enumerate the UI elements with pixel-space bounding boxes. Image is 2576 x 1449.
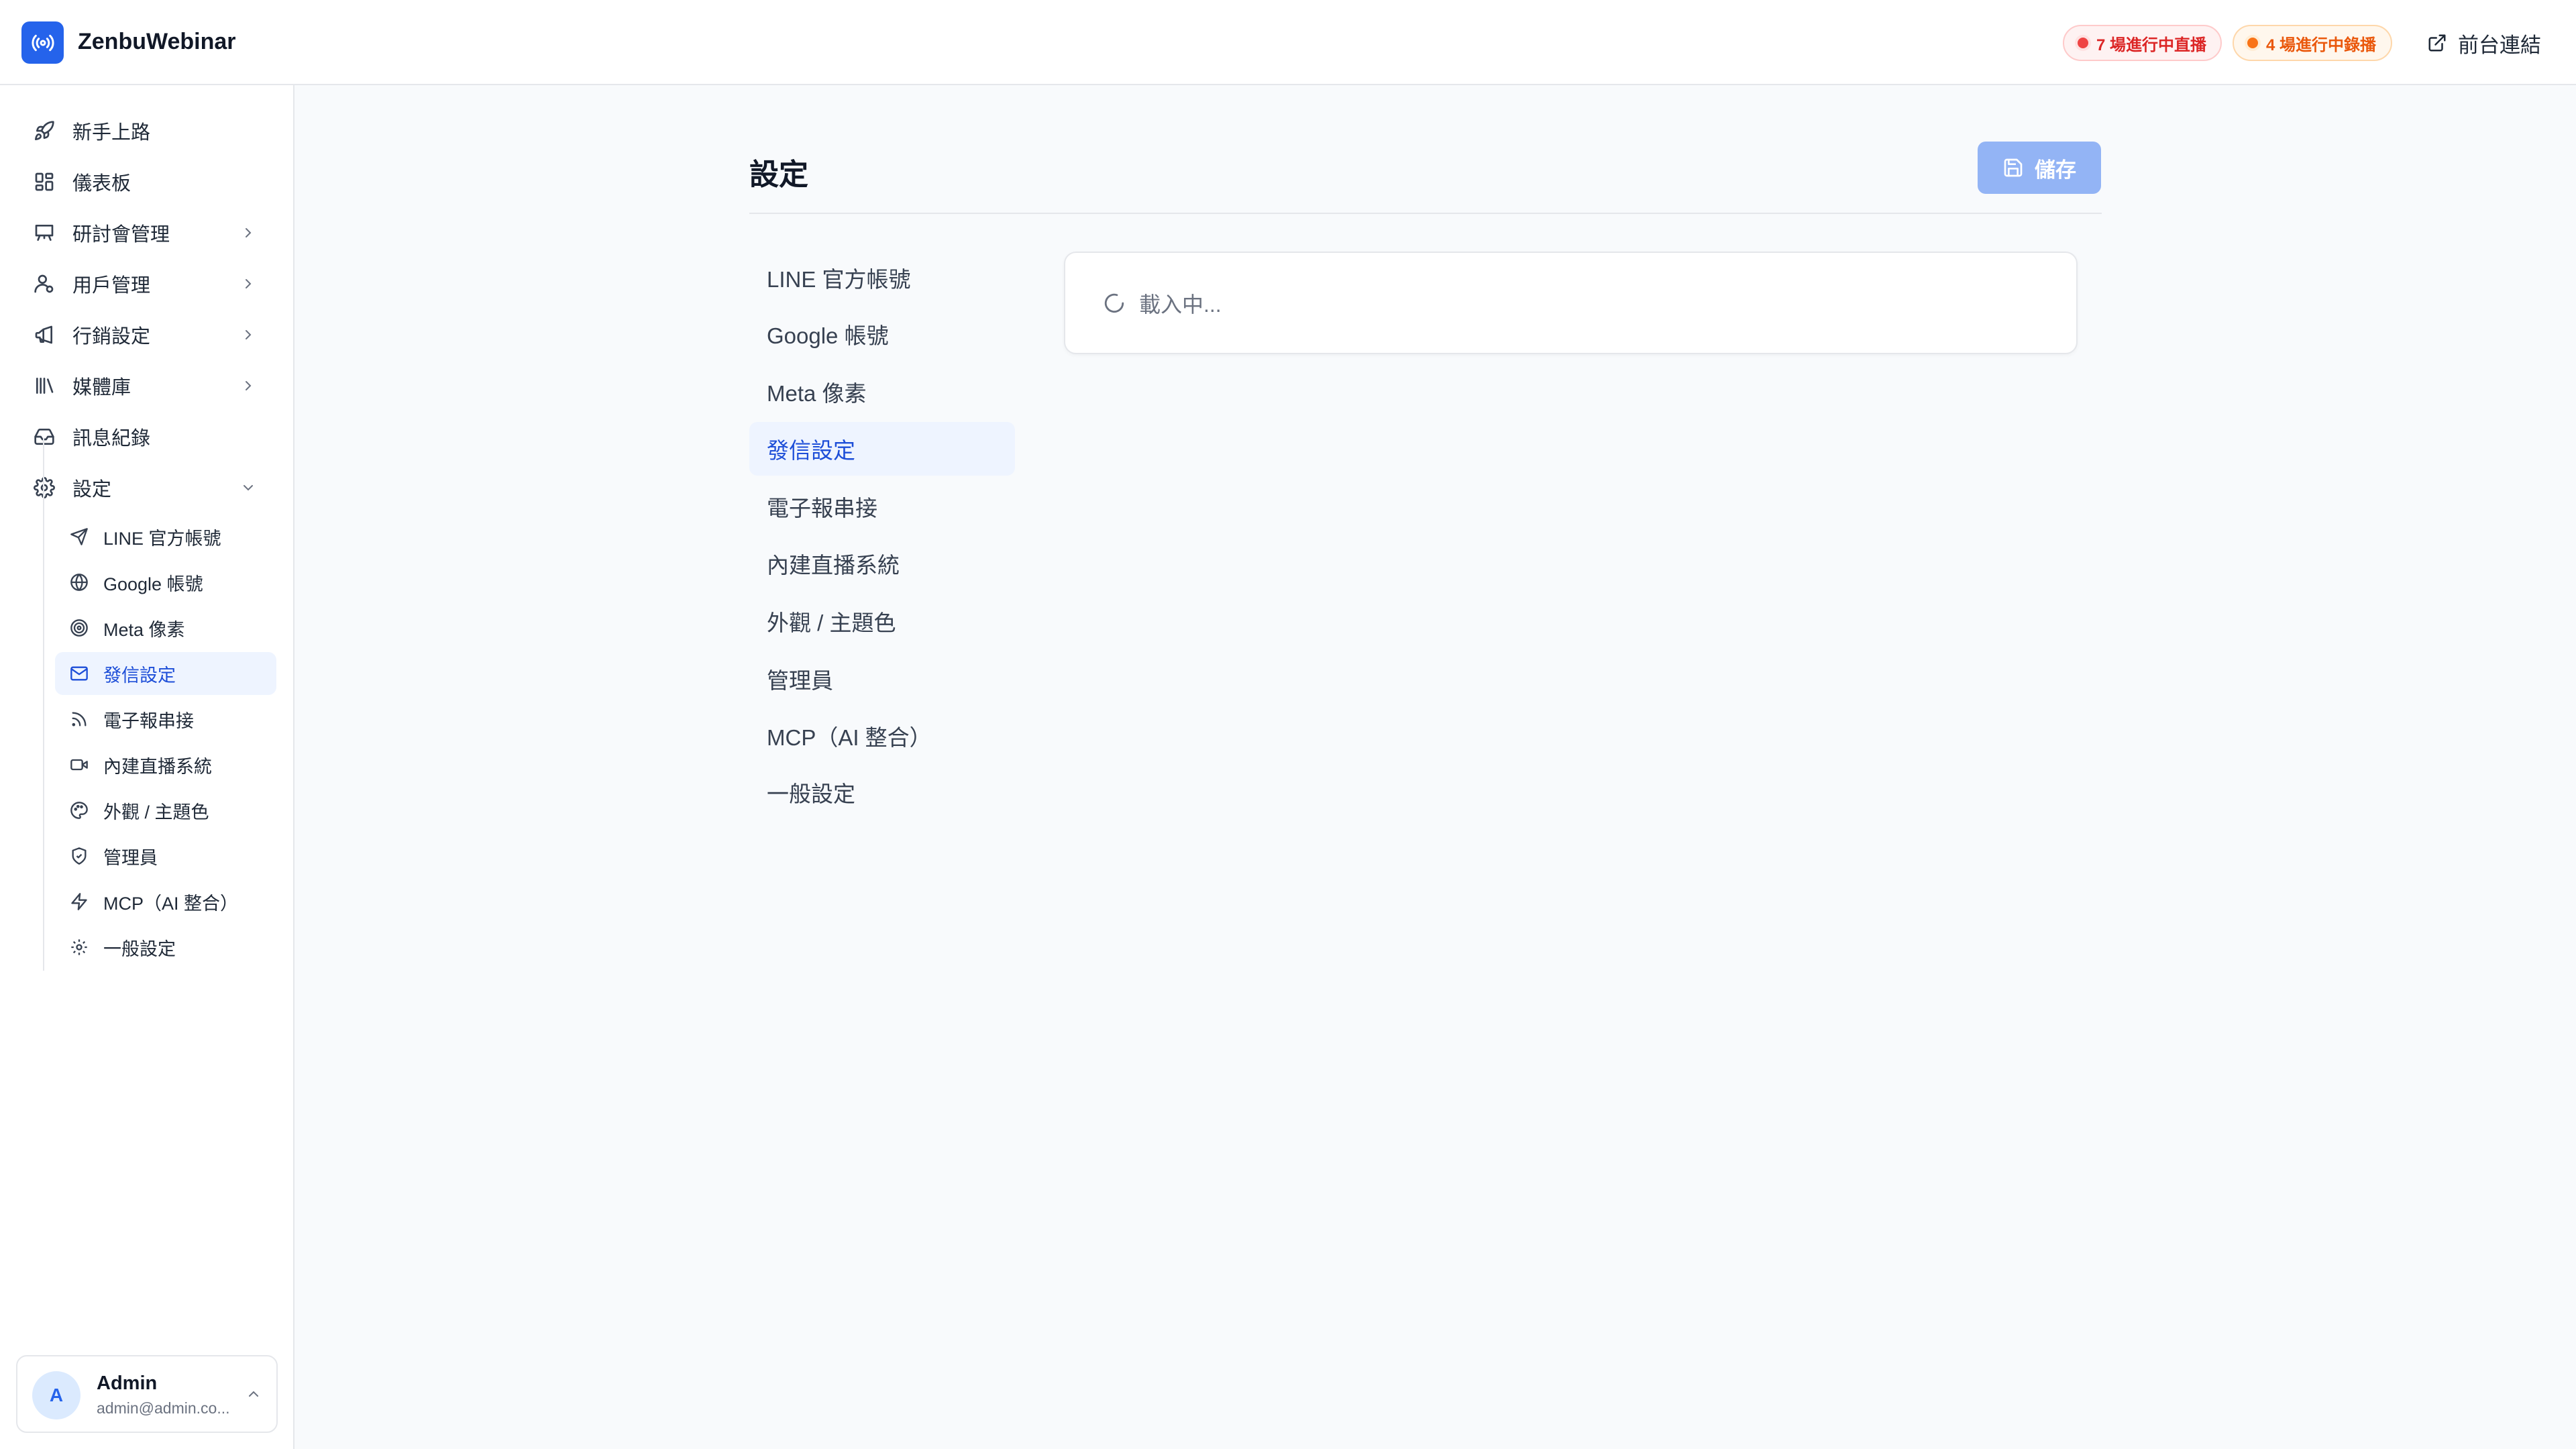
presentation-icon: [32, 221, 56, 245]
save-label: 儲存: [2035, 158, 2076, 182]
sidebar-item-marketing[interactable]: 行銷設定: [19, 313, 275, 356]
live-count-badge[interactable]: 7 場進行中直播: [2063, 25, 2222, 61]
send-icon: [68, 526, 90, 547]
sidebar-sub-streaming[interactable]: 內建直播系統: [55, 743, 276, 786]
user-name: Admin: [97, 1373, 158, 1394]
section-nav-mail[interactable]: 發信設定: [749, 422, 1015, 476]
sidebar-item-label: 訊息紀錄: [72, 428, 151, 449]
user-menu[interactable]: A Admin admin@admin.co...: [16, 1355, 278, 1433]
video-icon: [68, 754, 90, 775]
section-nav-theme[interactable]: 外觀 / 主題色: [749, 594, 1015, 648]
bolt-icon: [68, 891, 90, 912]
sidebar-item-label: 媒體庫: [72, 377, 131, 398]
sidebar-sub-label: Meta 像素: [103, 619, 185, 640]
broadcast-icon[interactable]: [21, 21, 64, 64]
target-icon: [68, 617, 90, 639]
user-icon: [32, 272, 56, 296]
sidebar-sub-label: 內建直播系統: [103, 756, 212, 777]
section-nav-streaming[interactable]: 內建直播系統: [749, 537, 1015, 590]
library-icon: [32, 374, 56, 398]
front-link-label: 前台連結: [2458, 33, 2541, 57]
live-count-label: 7 場進行中直播: [2096, 36, 2207, 54]
chevron-down-icon: [244, 485, 253, 491]
sidebar-sub-line[interactable]: LINE 官方帳號: [55, 515, 276, 558]
app-title[interactable]: ZenbuWebinar: [78, 29, 236, 55]
sidebar-item-label: 新手上路: [72, 122, 151, 144]
section-nav-meta[interactable]: Meta 像素: [749, 365, 1015, 419]
sidebar-sub-label: 一般設定: [103, 938, 176, 959]
inbox-icon: [32, 425, 56, 449]
shield-icon: [68, 845, 90, 867]
globe-icon: [68, 572, 90, 593]
live-dot-icon: [2078, 38, 2088, 48]
palette-icon: [68, 800, 90, 821]
sidebar-sub-general[interactable]: 一般設定: [55, 926, 276, 969]
title-divider: [749, 213, 2102, 214]
section-nav-newsletter[interactable]: 電子報串接: [749, 480, 1015, 533]
sidebar-item-media[interactable]: 媒體庫: [19, 364, 275, 407]
rss-icon: [68, 708, 90, 730]
sidebar-item-label: 研討會管理: [72, 224, 170, 246]
sidebar-item-settings[interactable]: 設定: [19, 466, 275, 509]
sidebar-item-onboarding[interactable]: 新手上路: [19, 109, 275, 152]
sidebar-sub-meta[interactable]: Meta 像素: [55, 606, 276, 649]
user-email: admin@admin.co...: [97, 1399, 230, 1417]
section-nav-general[interactable]: 一般設定: [749, 765, 1015, 819]
sidebar-item-label: 儀表板: [72, 173, 131, 195]
section-nav-google[interactable]: Google 帳號: [749, 307, 1015, 361]
sidebar-item-users[interactable]: 用戶管理: [19, 262, 275, 305]
sidebar-item-messages[interactable]: 訊息紀錄: [19, 415, 275, 458]
sidebar-sub-label: 外觀 / 主題色: [103, 802, 209, 822]
sidebar: 新手上路 儀表板 研討會管理 用戶管理 行銷設定 媒體庫 訊息紀錄 設定 LIN…: [0, 85, 294, 1449]
sidebar-sub-label: LINE 官方帳號: [103, 528, 221, 549]
sidebar-sub-label: Google 帳號: [103, 574, 203, 594]
dashboard-icon: [32, 170, 56, 194]
chevron-right-icon: [246, 330, 252, 339]
section-nav-line[interactable]: LINE 官方帳號: [749, 251, 1015, 305]
spinner-icon: [1104, 293, 1124, 313]
recording-dot-icon: [2247, 38, 2258, 48]
sidebar-sub-mcp[interactable]: MCP（AI 整合）: [55, 880, 276, 923]
sidebar-sub-newsletter[interactable]: 電子報串接: [55, 698, 276, 741]
section-nav-admins[interactable]: 管理員: [749, 652, 1015, 706]
page-title: 設定: [749, 158, 808, 191]
sidebar-sub-google[interactable]: Google 帳號: [55, 561, 276, 604]
save-icon: [2004, 158, 2023, 177]
top-bar: ZenbuWebinar 7 場進行中直播 4 場進行中錄播 前台連結: [0, 0, 2576, 85]
chevron-up-icon: [249, 1391, 258, 1397]
sidebar-sub-theme[interactable]: 外觀 / 主題色: [55, 789, 276, 832]
front-site-link[interactable]: 前台連結: [2427, 27, 2541, 59]
gear-icon: [32, 476, 56, 500]
section-nav-mcp[interactable]: MCP（AI 整合）: [749, 709, 1015, 763]
sidebar-item-webinars[interactable]: 研討會管理: [19, 211, 275, 254]
sidebar-sub-label: 管理員: [103, 847, 158, 868]
megaphone-icon: [32, 323, 56, 347]
sidebar-item-label: 用戶管理: [72, 275, 151, 297]
chevron-right-icon: [246, 228, 252, 237]
save-button[interactable]: 儲存: [1978, 142, 2101, 194]
recording-count-badge[interactable]: 4 場進行中錄播: [2233, 25, 2392, 61]
rocket-icon: [32, 119, 56, 143]
sidebar-sub-label: 發信設定: [103, 665, 176, 686]
sidebar-item-label: 行銷設定: [72, 326, 151, 347]
sidebar-item-label: 設定: [72, 479, 112, 500]
external-link-icon: [2428, 34, 2446, 52]
loading-text: 載入中...: [1139, 292, 1222, 317]
avatar: A: [32, 1371, 80, 1419]
chevron-right-icon: [246, 381, 252, 390]
chevron-right-icon: [246, 279, 252, 288]
sidebar-sub-label: MCP（AI 整合）: [103, 893, 239, 914]
settings-content-card: 載入中...: [1064, 252, 2078, 354]
loading-indicator: 載入中...: [1103, 288, 1222, 319]
recording-count-label: 4 場進行中錄播: [2266, 36, 2377, 54]
submenu-guide-line: [43, 438, 44, 971]
mail-icon: [68, 663, 90, 684]
sidebar-sub-admins[interactable]: 管理員: [55, 835, 276, 877]
sidebar-sub-label: 電子報串接: [103, 710, 194, 731]
gear-icon: [68, 936, 90, 958]
sidebar-item-dashboard[interactable]: 儀表板: [19, 160, 275, 203]
sidebar-sub-mail[interactable]: 發信設定: [55, 652, 276, 695]
